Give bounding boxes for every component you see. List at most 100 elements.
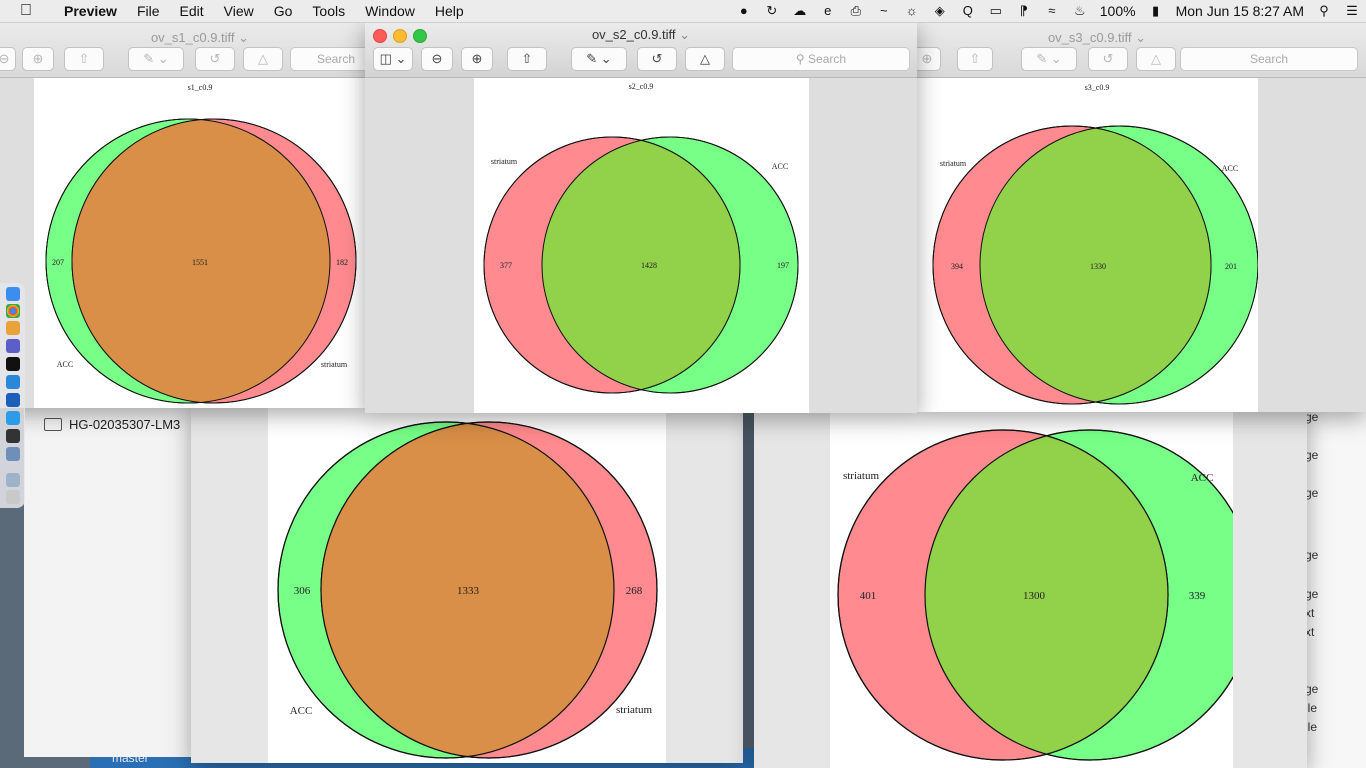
wifi-icon[interactable]: ≈ xyxy=(1044,4,1060,18)
list-item: ile xyxy=(1305,701,1318,715)
markup-toolbar-button[interactable]: △ xyxy=(685,47,725,71)
list-item: ge xyxy=(1305,548,1319,562)
downloads-dock-icon[interactable] xyxy=(6,473,20,487)
preview-window-s2: ov_s2_c0.9.tiff ⌄ ◫ ⌄ ⊖ ⊕ ⇧ ✎ ⌄ ↺ △ ⚲ Se… xyxy=(365,22,917,413)
safari-dock-icon[interactable] xyxy=(6,411,20,425)
list-item: ge xyxy=(1305,682,1319,696)
share-button[interactable]: ⇧ xyxy=(507,47,547,71)
search-field[interactable]: Search xyxy=(1180,47,1358,71)
menu-help[interactable]: Help xyxy=(425,3,474,19)
clock[interactable]: Mon Jun 15 8:27 AM xyxy=(1176,3,1304,19)
chrome-dock-icon[interactable] xyxy=(6,304,20,318)
laptop-icon xyxy=(44,418,62,431)
venn-right-count: 182 xyxy=(336,258,348,267)
terminal-dock-icon[interactable] xyxy=(6,357,20,371)
wave-icon[interactable]: ~ xyxy=(876,4,892,18)
trash-dock-icon[interactable] xyxy=(6,490,20,504)
markup-toolbar-button[interactable]: △ xyxy=(1136,47,1176,71)
venn-right-label: ACC xyxy=(772,162,788,171)
search-field[interactable]: ⚲ Search xyxy=(732,47,910,71)
zoom-in-button[interactable]: ⊕ xyxy=(461,47,493,71)
notification-center-icon[interactable]: ☰ xyxy=(1344,4,1360,18)
venn-overlap-count: 1333 xyxy=(457,585,480,597)
battery-percent: 100% xyxy=(1099,3,1136,19)
spotlight-search-icon[interactable]: ⚲ xyxy=(1316,4,1332,18)
window-title: ov_s2_c0.9.tiff ⌄ xyxy=(591,27,691,42)
zoom-in-button[interactable]: ⊕ xyxy=(917,47,941,71)
background-file-list: ge ge ge ge ge xt xt ge ile ile xyxy=(1305,405,1366,768)
titlebar: ov_s1_c0.9.tiff ⌄ ⊖ ⊕ ⇧ ✎ ⌄ ↺ △ Search xyxy=(0,22,366,78)
battery-icon[interactable]: ▮ xyxy=(1148,4,1164,18)
preview-window-s1: ov_s1_c0.9.tiff ⌄ ⊖ ⊕ ⇧ ✎ ⌄ ↺ △ Search s… xyxy=(0,22,366,408)
menu-bar:  Preview File Edit View Go Tools Window… xyxy=(0,0,1366,23)
preview-window-s3: ov_s3_c0.9.tiff ⌄ ⊕ ⇧ ✎ ⌄ ↺ △ Search s3_… xyxy=(917,22,1366,412)
q-app-icon[interactable]: Q xyxy=(960,4,976,18)
markup-pen-button[interactable]: ✎ ⌄ xyxy=(128,47,184,71)
markup-pen-button[interactable]: ✎ ⌄ xyxy=(571,47,627,71)
list-item: ge xyxy=(1305,587,1319,601)
bluetooth-icon[interactable]: ⁋ xyxy=(1016,4,1032,18)
balloon-icon[interactable]: ● xyxy=(736,4,752,18)
rotate-button[interactable]: ↺ xyxy=(1088,47,1128,71)
venn-title: s3_c0.9 xyxy=(1085,83,1110,92)
vscode-dock-icon[interactable] xyxy=(6,375,20,389)
venn-right-label: striatum xyxy=(616,704,652,716)
outlook-dock-icon[interactable] xyxy=(6,393,20,407)
sync-icon[interactable]: ↻ xyxy=(764,4,780,18)
rotate-button[interactable]: ↺ xyxy=(637,47,677,71)
finder-device-item[interactable]: HG-02035307-LM3 xyxy=(44,417,180,432)
venn-overlap-count: 1330 xyxy=(1090,262,1106,271)
spiral-icon[interactable]: ☼ xyxy=(904,4,920,18)
venn-left-label: striatum xyxy=(843,470,879,482)
venn-diagram: s3_c0.9 394 1330 201 striatum ACC xyxy=(932,83,1258,405)
x11-dock-icon[interactable] xyxy=(6,429,20,443)
image-canvas: s1_c0.9 207 1551 182 ACC striatum xyxy=(34,78,366,408)
search-field[interactable]: Search xyxy=(290,47,366,71)
cloud-icon[interactable]: ☁ xyxy=(792,4,808,18)
zoom-in-button[interactable]: ⊕ xyxy=(22,47,54,71)
menu-go[interactable]: Go xyxy=(264,3,303,19)
image-canvas: 401 1300 339 striatum ACC xyxy=(830,405,1233,768)
teams-dock-icon[interactable] xyxy=(6,339,20,353)
menu-view[interactable]: View xyxy=(214,3,264,19)
menu-app-name[interactable]: Preview xyxy=(54,3,127,19)
apple-menu-icon[interactable]:  xyxy=(20,2,36,20)
venn-left-count: 306 xyxy=(294,585,311,597)
sidebar-toggle-button[interactable]: ◫ ⌄ xyxy=(373,47,413,71)
preview-dock-icon[interactable] xyxy=(6,447,20,461)
venn-diagram: 401 1300 339 striatum ACC xyxy=(837,429,1233,761)
venn-title: s1_c0.9 xyxy=(188,83,213,92)
titlebar: ov_s3_c0.9.tiff ⌄ ⊕ ⇧ ✎ ⌄ ↺ △ Search xyxy=(917,22,1366,78)
volume-icon[interactable]: ♨ xyxy=(1072,4,1088,18)
device-name: HG-02035307-LM3 xyxy=(69,417,181,432)
zoom-out-button[interactable]: ⊖ xyxy=(0,47,16,71)
menu-window[interactable]: Window xyxy=(355,3,425,19)
preview-window-bottom-right: 401 1300 339 striatum ACC xyxy=(754,405,1307,768)
rotate-button[interactable]: ↺ xyxy=(195,47,235,71)
menu-tools[interactable]: Tools xyxy=(302,3,355,19)
airplay-icon[interactable]: ▭ xyxy=(988,4,1004,18)
venn-left-count: 401 xyxy=(860,590,877,602)
search-icon: ⚲ xyxy=(795,52,805,66)
shield-icon[interactable]: ◈ xyxy=(932,4,948,18)
zoom-out-button[interactable]: ⊖ xyxy=(421,47,453,71)
window-title: ov_s1_c0.9.tiff ⌄ xyxy=(150,30,250,45)
image-canvas: s2_c0.9 377 1428 197 striatum ACC xyxy=(474,78,809,413)
list-item: ile xyxy=(1305,720,1318,734)
venn-right-label: ACC xyxy=(1222,164,1238,173)
share-button[interactable]: ⇧ xyxy=(957,47,993,71)
menu-edit[interactable]: Edit xyxy=(170,3,214,19)
venn-overlap-count: 1300 xyxy=(1023,590,1046,602)
markup-pen-button[interactable]: ✎ ⌄ xyxy=(1021,47,1077,71)
menu-file[interactable]: File xyxy=(127,3,170,19)
share-button[interactable]: ⇧ xyxy=(64,47,104,71)
e-app-icon[interactable]: e xyxy=(820,4,836,18)
app-dock-icon[interactable] xyxy=(6,321,20,335)
venn-right-label: ACC xyxy=(1191,472,1214,484)
printer-icon[interactable]: ⎙ xyxy=(848,4,864,18)
finder-dock-icon[interactable] xyxy=(6,287,20,301)
venn-overlap-count: 1551 xyxy=(192,258,208,267)
titlebar: ov_s2_c0.9.tiff ⌄ ◫ ⌄ ⊖ ⊕ ⇧ ✎ ⌄ ↺ △ ⚲ Se… xyxy=(365,22,917,78)
markup-toolbar-button[interactable]: △ xyxy=(243,47,283,71)
venn-right-count: 197 xyxy=(777,261,789,270)
